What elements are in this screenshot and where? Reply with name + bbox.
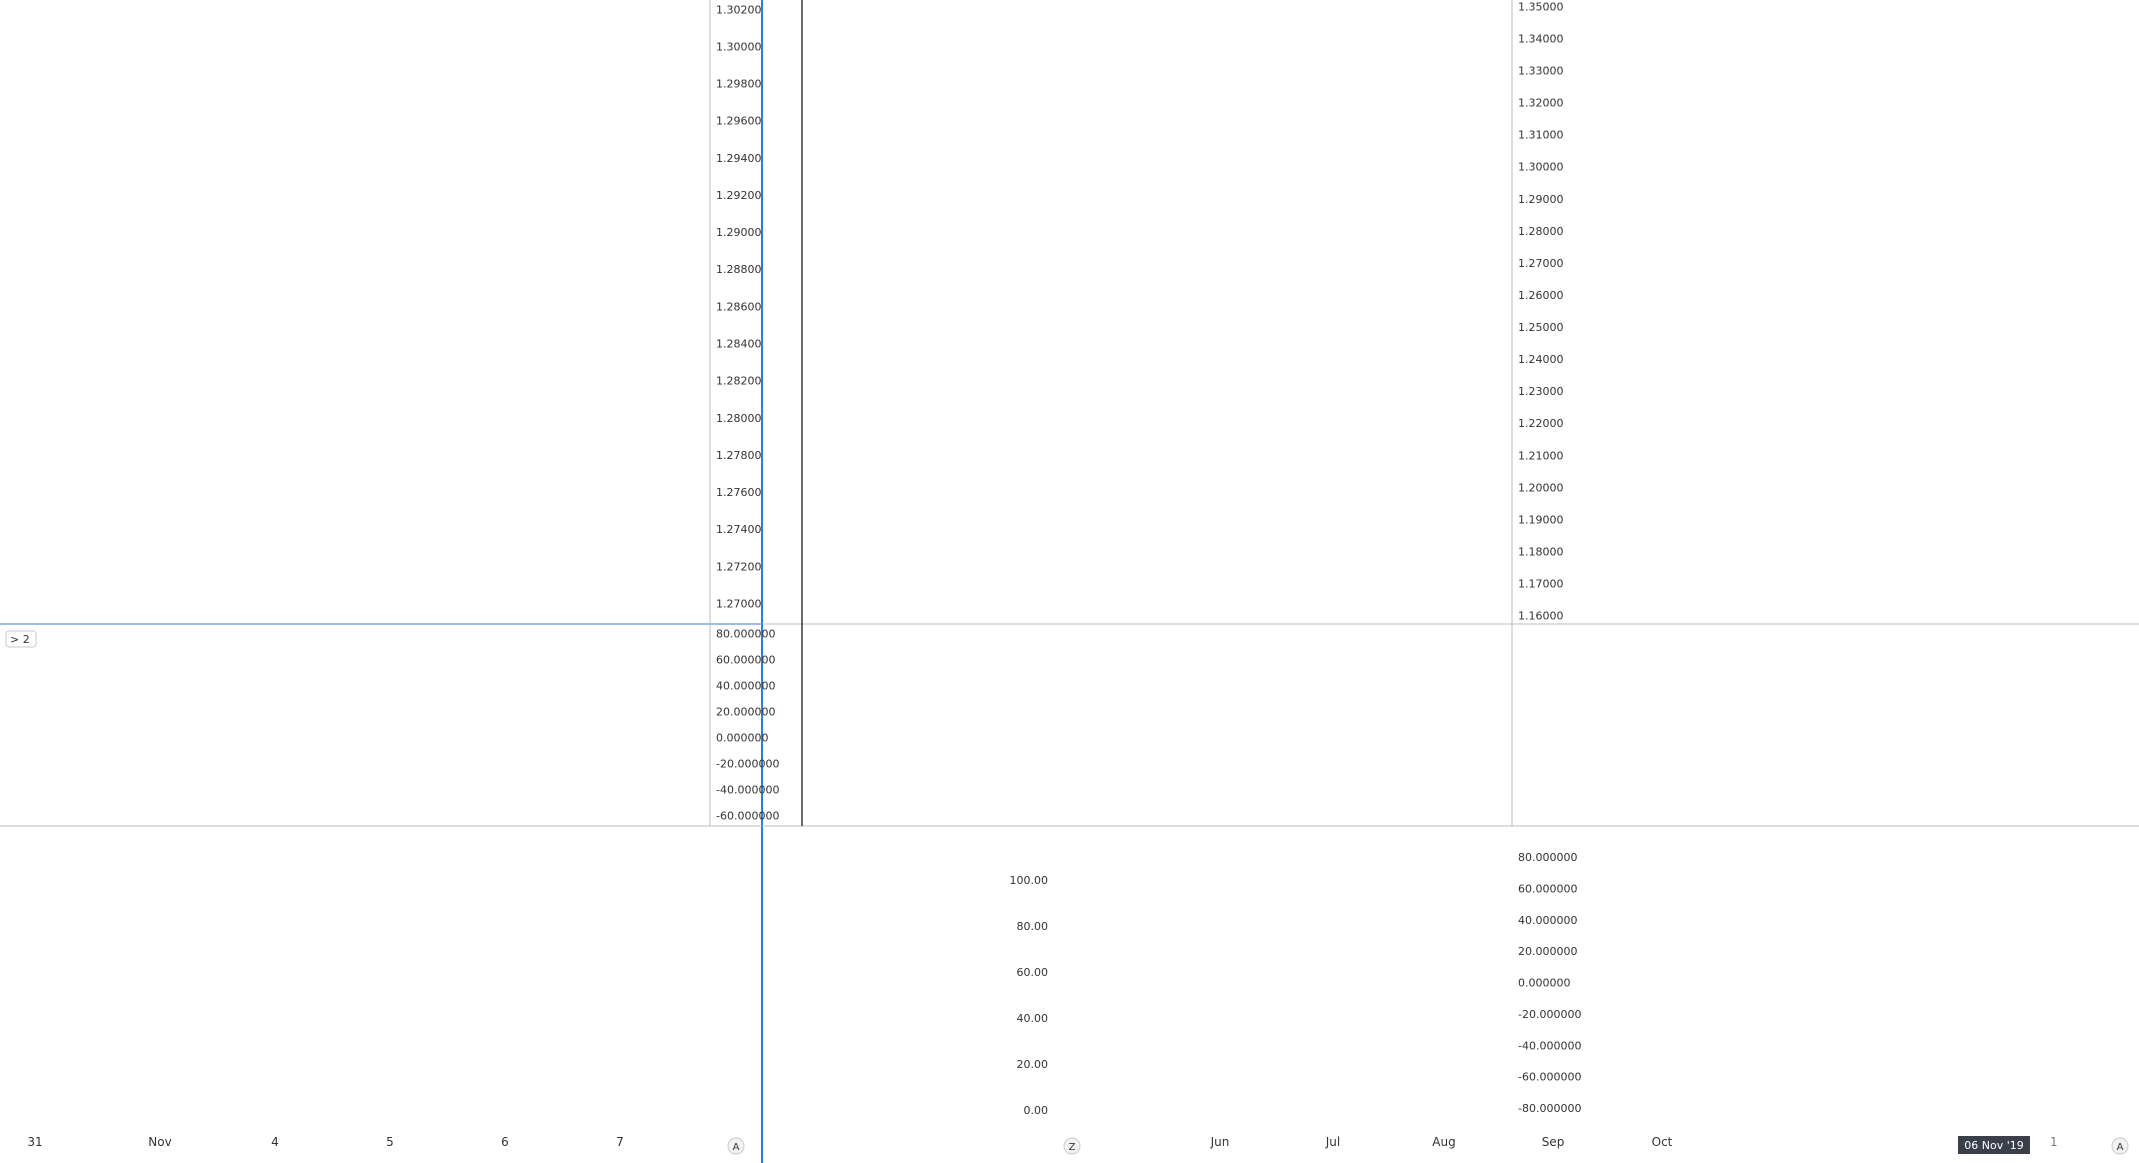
left-price-tick: 1.28400 (716, 337, 762, 350)
left-price-tick: 1.30200 (716, 3, 762, 16)
right-price-tick: 1.30000 (1518, 161, 1564, 174)
right-osc-right-tick: -40.000000 (1518, 1039, 1581, 1052)
left-price-tick: 1.27800 (716, 449, 762, 462)
right-osc-right-tick: 20.000000 (1518, 945, 1578, 958)
right-osc-right-tick: -80.000000 (1518, 1102, 1581, 1115)
right-price-tick: 1.34000 (1518, 32, 1564, 45)
right-price-tick: 1.19000 (1518, 513, 1564, 526)
right-osc-left-tick: 0.00 (1024, 1104, 1049, 1117)
axes-and-labels: 1.30200 1.30000 1.29800 1.29600 1.29400 1.292… (0, 0, 2139, 1163)
page-background (0, 0, 2139, 1163)
left-osc-tick: 80.000000 (716, 628, 776, 641)
left-osc-tick: 60.000000 (716, 654, 776, 667)
right-osc-right-tick: -20.000000 (1518, 1008, 1581, 1021)
left-price-tick: 1.29600 (716, 115, 762, 128)
right-price-tick: 1.23000 (1518, 385, 1564, 398)
right-x-label: Jul (1325, 1135, 1340, 1149)
left-corner-badge: A (733, 1142, 740, 1153)
left-x-label: 6 (501, 1135, 509, 1149)
right-x-label: Sep (1542, 1135, 1565, 1149)
right-price-tick: 1.21000 (1518, 449, 1564, 462)
right-date-tag: 06 Nov '19 (1964, 1139, 2023, 1152)
right-x-label: Aug (1432, 1135, 1455, 1149)
right-price-tick: 1.33000 (1518, 65, 1564, 78)
right-osc-left-tick: 80.00 (1017, 920, 1049, 933)
left-price-tick: 1.27400 (716, 523, 762, 536)
right-osc-right-tick: -60.000000 (1518, 1071, 1581, 1084)
right-price-tick: 1.28000 (1518, 225, 1564, 238)
right-price-tick: 1.26000 (1518, 289, 1564, 302)
left-price-tick: 1.29400 (716, 152, 762, 165)
chart-canvas: R1PS1PR3R2R1S1S2S31.2879409:52 1.618(1.3… (0, 0, 2139, 1163)
left-x-label: 5 (386, 1135, 394, 1149)
left-price-tick: 1.29800 (716, 78, 762, 91)
right-osc-right-tick: 0.000000 (1518, 977, 1571, 990)
right-price-tick: 1.18000 (1518, 545, 1564, 558)
right-osc-right-tick: 40.000000 (1518, 914, 1578, 927)
right-price-tick: 1.17000 (1518, 578, 1564, 591)
right-price-tick: 1.29000 (1518, 193, 1564, 206)
left-osc-tick: 40.000000 (716, 680, 776, 693)
right-price-tick: 1.25000 (1518, 321, 1564, 334)
right-osc-left-tick: 100.00 (1010, 874, 1049, 887)
right-price-tick: 1.31000 (1518, 129, 1564, 142)
left-price-tick: 1.28600 (716, 300, 762, 313)
left-price-tick: 1.27600 (716, 486, 762, 499)
left-price-tick: 1.28000 (716, 412, 762, 425)
left-x-label: 4 (271, 1135, 279, 1149)
right-x-label: Jun (1210, 1135, 1230, 1149)
left-osc-tick: -20.000000 (716, 758, 779, 771)
left-price-tick: 1.28800 (716, 263, 762, 276)
left-price-tick: 1.29000 (716, 226, 762, 239)
left-price-tick: 1.27000 (716, 597, 762, 610)
left-osc-tick: 20.000000 (716, 706, 776, 719)
right-price-tick: 1.35000 (1518, 0, 1564, 13)
right-osc-right-tick: 60.000000 (1518, 882, 1578, 895)
left-price-tick: 1.29200 (716, 189, 762, 202)
right-osc-right-tick: 80.000000 (1518, 851, 1578, 864)
right-price-tick: 1.16000 (1518, 610, 1564, 623)
left-price-tick: 1.27200 (716, 560, 762, 573)
right-osc-left-tick: 40.00 (1017, 1012, 1049, 1025)
right-x-label: Oct (1652, 1135, 1673, 1149)
left-osc-tick: 0.000000 (716, 732, 769, 745)
right-price-tick: 1.22000 (1518, 417, 1564, 430)
right-corner-badge: A (2117, 1142, 2124, 1153)
left-osc-tick: -40.000000 (716, 784, 779, 797)
left-price-tick: 1.28200 (716, 375, 762, 388)
left-price-tick: 1.30000 (716, 40, 762, 53)
right-price-tick: 1.24000 (1518, 353, 1564, 366)
right-osc-left-tick: 60.00 (1017, 966, 1049, 979)
right-price-tick: 1.32000 (1518, 97, 1564, 110)
left-osc-badge: > 2 (10, 633, 30, 646)
left-x-label: 31 (27, 1135, 42, 1149)
left-x-label: Nov (148, 1135, 171, 1149)
right-left-badge: Z (1069, 1142, 1076, 1153)
right-tail-label: 1 (2050, 1135, 2058, 1149)
left-osc-tick: -60.000000 (716, 810, 779, 823)
right-osc-left-tick: 20.00 (1017, 1058, 1049, 1071)
right-price-tick: 1.27000 (1518, 257, 1564, 270)
right-price-tick: 1.20000 (1518, 481, 1564, 494)
left-x-label: 7 (616, 1135, 624, 1149)
